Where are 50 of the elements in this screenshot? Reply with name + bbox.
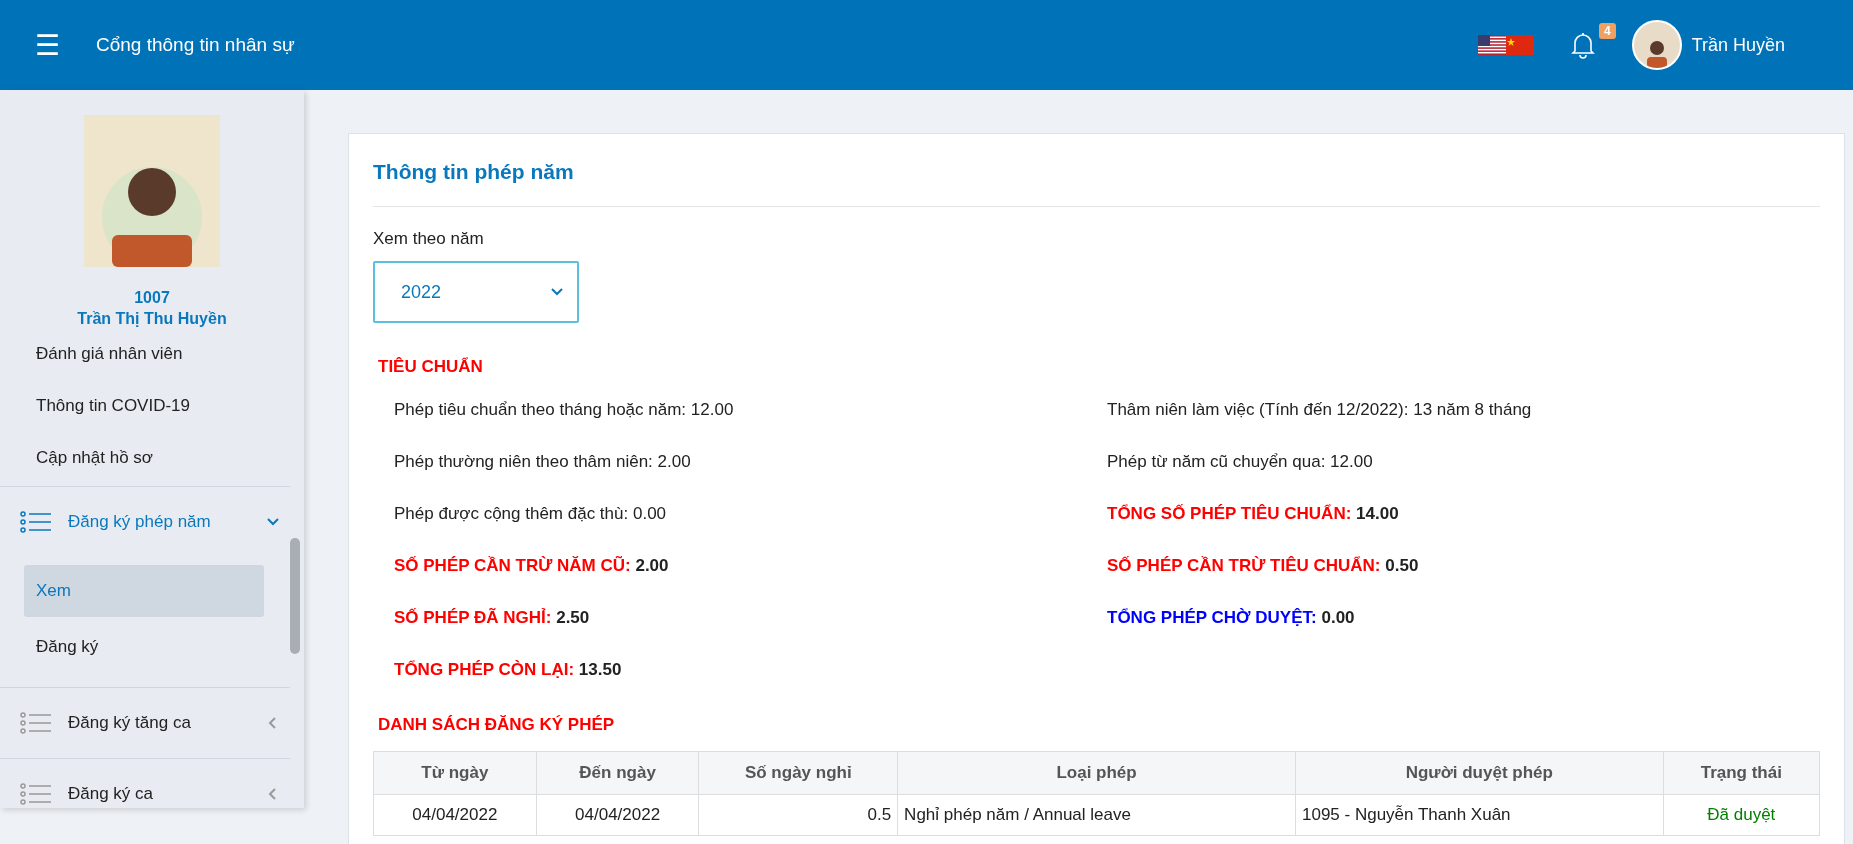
employee-name: Trần Thị Thu Huyền	[77, 310, 227, 328]
table-cell: 0.5	[698, 794, 898, 836]
column-header: Trạng thái	[1663, 751, 1820, 795]
sidebar-subitem[interactable]: Đăng ký	[24, 621, 264, 673]
portal-title: Cổng thông tin nhân sự	[96, 34, 296, 56]
table-cell: Đã duyệt	[1663, 794, 1820, 836]
section-heading: DANH SÁCH ĐĂNG KÝ PHÉP	[378, 715, 616, 735]
china-flag-icon[interactable]	[1505, 35, 1534, 55]
column-header: Đến ngày	[536, 751, 699, 795]
sidebar-item[interactable]: Cập nhật hồ sơ	[0, 434, 304, 486]
table-cell: 1095 - Nguyễn Thanh Xuân	[1295, 794, 1664, 836]
list-icon	[20, 511, 52, 533]
sidebar-group[interactable]: Đăng ký phép năm	[0, 486, 290, 557]
list-icon	[20, 712, 52, 734]
user-name[interactable]: Trần Huyền	[1691, 34, 1785, 56]
year-select[interactable]: 2022	[373, 261, 579, 323]
stat-line: TỔNG SỐ PHÉP TIÊU CHUẨN: 14.00	[1107, 503, 1400, 525]
table-cell: 04/04/2022	[536, 794, 699, 836]
stat-line: SỐ PHÉP CẦN TRỪ TIÊU CHUẨN: 0.50	[1107, 555, 1420, 577]
stat-line: TỔNG PHÉP CÒN LẠI: 13.50	[394, 659, 623, 681]
sidebar-item[interactable]: Thông tin COVID-19	[0, 382, 304, 434]
sidebar-group[interactable]: Đăng ký tăng ca	[0, 687, 290, 758]
list-icon	[20, 783, 52, 805]
stat-line: SỐ PHÉP ĐÃ NGHỈ: 2.50	[394, 607, 591, 629]
chevron-down-icon	[551, 288, 563, 296]
column-header: Người duyệt phép	[1295, 751, 1664, 795]
bell-icon[interactable]	[1569, 31, 1596, 59]
stat-line: Phép được cộng thêm đặc thù: 0.00	[394, 503, 668, 525]
stat-line: Thâm niên làm việc (Tính đến 12/2022): 13 năm 8 tháng	[1107, 399, 1533, 421]
stat-line: TỔNG PHÉP CHỜ DUYỆT: 0.00	[1107, 607, 1356, 629]
menu-button[interactable]: ☰	[32, 28, 62, 62]
table-cell: 04/04/2022	[373, 794, 537, 836]
us-flag-icon[interactable]	[1477, 35, 1506, 55]
notification-badge: 4	[1598, 23, 1616, 39]
stat-line: Phép thường niên theo thâm niên: 2.00	[394, 451, 692, 473]
column-header: Số ngày nghỉ	[698, 751, 898, 795]
avatar-icon[interactable]	[1631, 20, 1682, 70]
year-filter-label: Xem theo năm	[373, 229, 485, 249]
sidebar-group[interactable]: Đăng ký ca	[0, 758, 290, 829]
stat-line: Phép từ năm cũ chuyển qua: 12.00	[1107, 451, 1374, 473]
card-title: Thông tin phép năm	[373, 134, 1820, 207]
stat-line: Phép tiêu chuẩn theo tháng hoặc năm: 12.00	[394, 399, 735, 421]
scrollbar[interactable]	[290, 538, 300, 654]
table-cell: Nghỉ phép năm / Annual leave	[897, 794, 1296, 836]
sidebar-item[interactable]: Đánh giá nhân viên	[0, 330, 304, 382]
column-header: Loại phép	[897, 751, 1296, 795]
section-heading: TIÊU CHUẨN	[378, 357, 484, 377]
column-header: Từ ngày	[373, 751, 537, 795]
employee-id: 1007	[134, 289, 170, 307]
stat-line: SỐ PHÉP CẦN TRỪ NĂM CŨ: 2.00	[394, 555, 670, 577]
